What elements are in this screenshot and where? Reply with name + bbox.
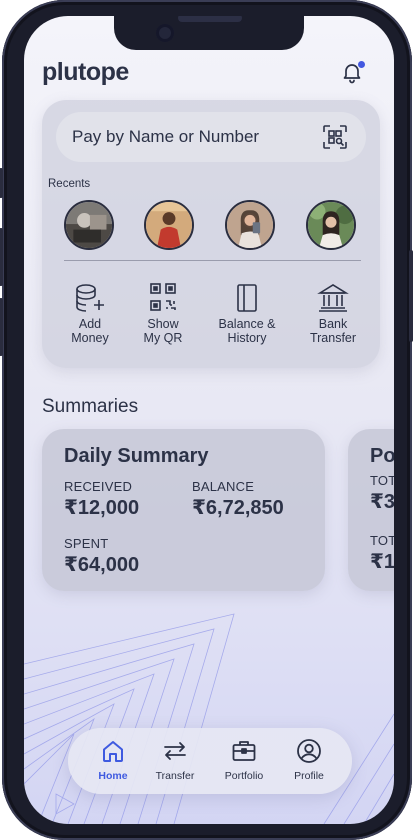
front-camera (156, 24, 174, 42)
summary-card-title: Daily Summary (64, 445, 209, 467)
qr-code-icon (150, 283, 176, 311)
nav-profile-label: Profile (294, 770, 324, 782)
recents-divider (64, 260, 361, 261)
spent-value: ₹64,000 (64, 554, 140, 576)
bottom-navigation: Home Transfer Portfolio Profile (68, 728, 352, 794)
nav-transfer[interactable]: Transfer (144, 738, 206, 782)
metric-value: ₹1. (370, 551, 394, 573)
metric-label: TOT (370, 533, 394, 548)
show-qr-label-2: My QR (143, 331, 183, 345)
transfer-arrows-icon (164, 742, 186, 760)
recent-contacts (24, 200, 394, 254)
spent-metric: SPENT ₹64,000 (64, 536, 139, 577)
notification-bell[interactable] (340, 60, 366, 86)
avatar[interactable] (144, 200, 194, 250)
briefcase-icon (232, 741, 256, 761)
ledger-icon (237, 284, 257, 312)
recents-label: Recents (48, 178, 91, 190)
bank-icon (317, 284, 349, 312)
mute-switch (0, 168, 3, 198)
summary-metric: TOT ₹1. (370, 533, 394, 574)
nav-portfolio[interactable]: Portfolio (213, 738, 275, 782)
search-placeholder: Pay by Name or Number (72, 127, 260, 146)
pay-search-bar[interactable]: Pay by Name or Number (56, 112, 366, 162)
notification-dot (358, 61, 365, 68)
balance-history-button[interactable]: Balance & History (202, 282, 292, 345)
show-qr-label-1: Show (147, 317, 179, 331)
balance-metric: BALANCE ₹6,72,850 (192, 479, 284, 520)
speaker (178, 16, 242, 22)
volume-up-button (0, 228, 3, 286)
avatar[interactable] (64, 200, 114, 250)
nav-profile[interactable]: Profile (278, 738, 340, 782)
daily-summary-card[interactable]: Daily Summary RECEIVED ₹12,000 BALANCE ₹… (42, 429, 325, 591)
contact-photo (227, 202, 273, 248)
nav-home-label: Home (98, 770, 128, 782)
qr-scan-icon[interactable] (322, 124, 348, 150)
received-metric: RECEIVED ₹12,000 (64, 479, 139, 520)
power-button (409, 250, 413, 342)
received-value: ₹12,000 (64, 497, 140, 519)
balance-value: ₹6,72,850 (192, 497, 284, 519)
metric-label: TOT (370, 473, 394, 488)
avatar[interactable] (306, 200, 356, 250)
user-circle-icon (297, 739, 321, 763)
nav-home[interactable]: Home (82, 738, 144, 782)
portfolio-summary-card[interactable]: Po TOT ₹3 TOT ₹1. (348, 429, 394, 591)
metric-value: ₹3 (370, 491, 394, 513)
bank-transfer-button[interactable]: Bank Transfer (288, 282, 378, 345)
volume-down-button (0, 298, 3, 356)
bank-transfer-label-2: Transfer (309, 331, 357, 345)
home-icon (103, 741, 123, 762)
phone-frame: plutope Pay by Name or Number Recents Ad… (0, 0, 413, 840)
coins-add-icon (76, 284, 104, 312)
nav-transfer-label: Transfer (155, 770, 195, 782)
balance-history-label-2: History (227, 331, 267, 345)
summaries-heading: Summaries (42, 396, 139, 417)
summary-metric: TOT ₹3 (370, 473, 394, 514)
show-my-qr-button[interactable]: Show My QR (118, 282, 208, 345)
contact-photo (146, 202, 192, 248)
summary-card-title: Po (370, 445, 394, 467)
contact-photo (66, 202, 112, 248)
app-logo: plutope (42, 58, 129, 86)
notch (114, 16, 304, 50)
nav-portfolio-label: Portfolio (224, 770, 264, 782)
balance-label: BALANCE (192, 479, 255, 494)
contact-photo (308, 202, 354, 248)
received-label: RECEIVED (64, 479, 133, 494)
balance-history-label-1: Balance & (218, 317, 276, 331)
app-screen: plutope Pay by Name or Number Recents Ad… (24, 16, 394, 824)
bank-transfer-label-1: Bank (318, 317, 348, 331)
avatar[interactable] (225, 200, 275, 250)
spent-label: SPENT (64, 536, 109, 551)
